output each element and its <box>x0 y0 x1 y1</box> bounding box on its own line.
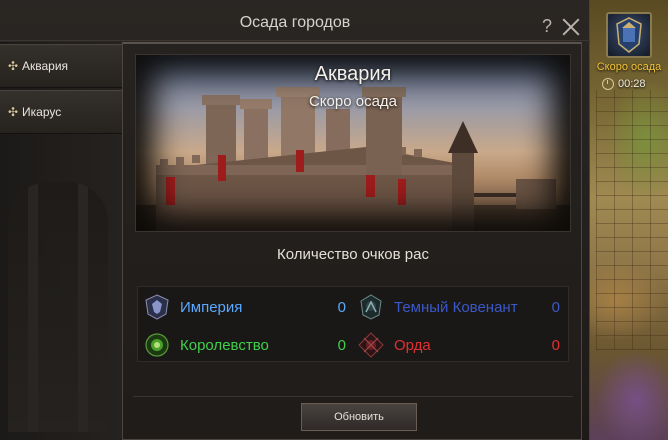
race-row-horde: Орда 0 <box>352 331 562 359</box>
race-score: 0 <box>551 336 560 354</box>
window-title: Осада городов <box>239 14 351 31</box>
race-name: Темный Ковенант <box>394 298 518 316</box>
race-row-dark-covenant: Темный Ковенант 0 <box>352 293 562 321</box>
help-button[interactable]: ? <box>538 16 556 38</box>
city-detail-panel: Аквария Скоро осада Количество очков рас… <box>122 42 582 440</box>
sidebar-item-akvaria[interactable]: ✣ Аквария <box>0 44 122 88</box>
clock-icon <box>602 78 614 90</box>
race-row-empire: Империя 0 <box>138 293 348 321</box>
plus-icon: ✣ <box>8 105 19 119</box>
horde-emblem-icon <box>358 332 384 358</box>
sidebar-item-label: Аквария <box>22 59 69 73</box>
race-name: Империя <box>180 298 243 316</box>
city-sidebar: ✣ Аквария ✣ Икарус <box>0 42 122 440</box>
siege-crest-icon[interactable] <box>606 12 652 58</box>
empire-emblem-icon <box>145 294 169 320</box>
city-siege-window: Осада городов ? ✣ Аквария ✣ Икарус Аквар… <box>0 0 590 440</box>
race-score: 0 <box>337 336 346 354</box>
refresh-button[interactable]: Обновить <box>301 403 417 431</box>
race-points-title: Количество очков рас <box>277 246 429 263</box>
siege-status-widget[interactable]: Скоро осада 00:28 <box>590 2 668 102</box>
sidebar-item-label: Икарус <box>22 105 62 119</box>
sidebar-ornament <box>8 182 108 432</box>
siege-widget-label: Скоро осада <box>596 61 662 73</box>
title-divider <box>0 40 590 41</box>
siege-timer: 00:28 <box>602 78 662 90</box>
race-name: Королевство <box>180 336 269 354</box>
wall-bricks <box>596 90 668 350</box>
siege-timer-value: 00:28 <box>618 78 646 90</box>
close-icon[interactable] <box>562 18 580 36</box>
dark-covenant-emblem-icon <box>360 294 382 320</box>
footer-divider <box>133 396 573 397</box>
castle-banner: Аквария Скоро осада <box>135 54 571 232</box>
kingdom-emblem-icon <box>145 333 169 357</box>
race-name: Орда <box>394 336 431 354</box>
siege-status: Скоро осада <box>308 93 398 110</box>
race-score: 0 <box>337 298 346 316</box>
plus-icon: ✣ <box>8 59 19 73</box>
city-name: Аквария <box>314 63 392 85</box>
race-row-kingdom: Королевство 0 <box>138 331 348 359</box>
race-score: 0 <box>551 298 560 316</box>
race-scores-table: Империя 0 Темный Ковенант 0 Королевство … <box>137 286 569 362</box>
sidebar-item-ikarus[interactable]: ✣ Икарус <box>0 90 122 134</box>
